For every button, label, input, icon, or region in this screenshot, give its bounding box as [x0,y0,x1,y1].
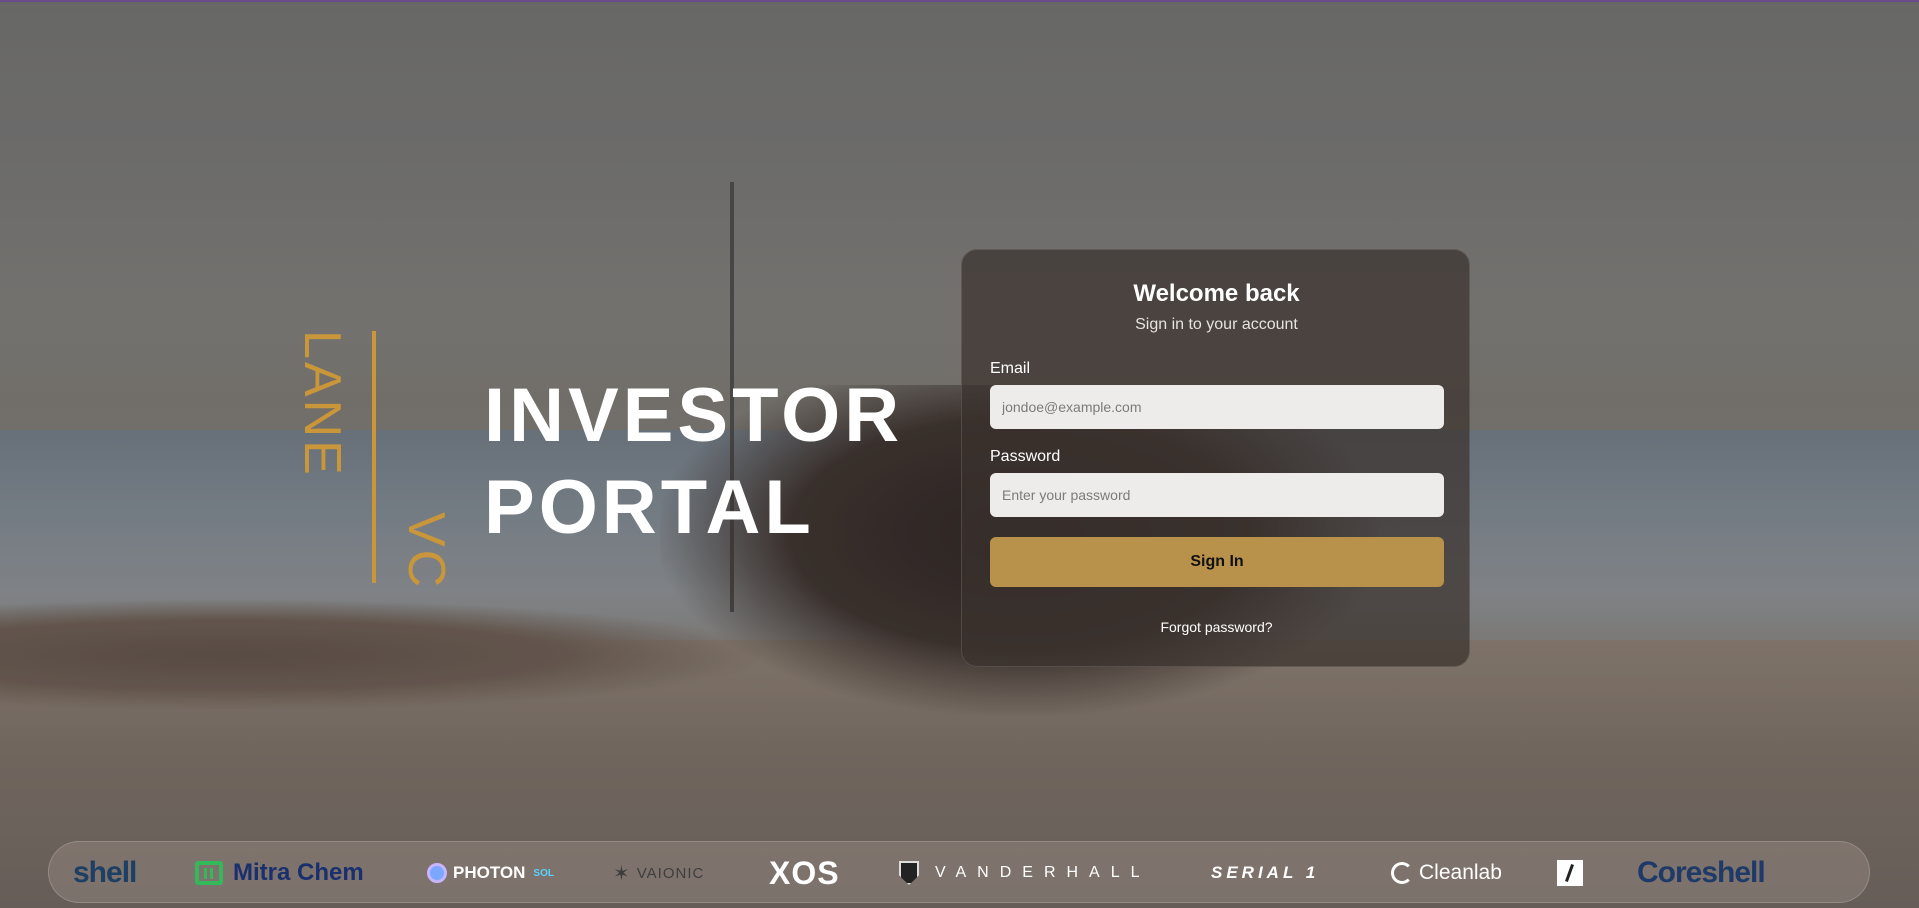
brand-word-vc: VC [397,512,455,591]
password-field[interactable] [990,473,1444,517]
vaionic-star-icon: ✶ [613,862,631,885]
logo-vanderhall: VANDERHALL [899,842,1151,904]
logo-vaionic-text: VAIONIC [636,864,705,882]
partner-logo-bar: shell Mitra Chem PHOTON SOL ✶ VAIONIC XO… [48,841,1870,903]
background-video [0,0,1919,908]
forgot-password-link[interactable]: Forgot password? [962,619,1471,635]
logo-serial-1-text: SERIAL 1 [1211,863,1320,882]
login-card: Welcome back Sign in to your account Ema… [961,249,1470,667]
logo-shell: shell [73,842,137,904]
vanderhall-shield-icon [899,861,919,885]
password-label: Password [990,448,1061,465]
email-field[interactable] [990,385,1444,429]
cleanlab-c-icon [1391,862,1413,884]
battery-icon [195,861,223,885]
logo-mitra-chem-text: Mitra Chem [233,859,364,886]
logo-photon-text: PHOTON [453,863,526,882]
login-subheading: Sign in to your account [1135,316,1298,333]
logo-vaionic: ✶ VAIONIC [613,842,704,904]
logo-photon: PHOTON SOL [427,842,554,904]
brand-word-lane: LANE [293,330,351,478]
logo-slash-square [1557,842,1583,904]
logo-serial-1: SERIAL 1 [1211,842,1319,904]
email-label: Email [990,360,1031,377]
logo-photon-suffix: SOL [533,867,554,879]
portal-title-line1: INVESTOR [484,373,904,458]
slash-square-icon [1557,860,1583,886]
login-heading: Welcome back [1133,280,1300,307]
logo-cleanlab-text: Cleanlab [1419,861,1502,884]
brand-divider [372,331,376,583]
background-overlay [0,0,1919,908]
logo-xos-text: XOS [769,854,840,891]
logo-cleanlab: Cleanlab [1391,842,1502,904]
top-accent-line [0,0,1919,2]
logo-shell-text: shell [73,856,137,889]
logo-coreshell-text: Coreshell [1637,856,1766,889]
photon-rocket-icon [427,863,447,883]
logo-xos: XOS [769,842,840,904]
portal-title-line2: PORTAL [484,465,815,550]
logo-vanderhall-text: VANDERHALL [935,864,1151,881]
logo-coreshell: Coreshell [1637,842,1766,904]
sign-in-button[interactable]: Sign In [990,537,1444,587]
logo-mitra-chem: Mitra Chem [195,842,364,904]
